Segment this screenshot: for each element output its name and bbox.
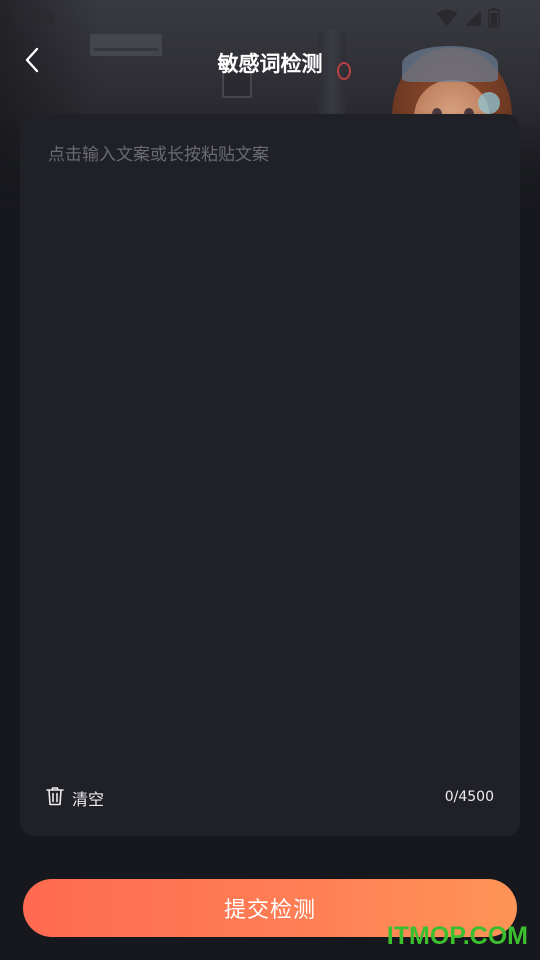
character-count: 0/4500 bbox=[444, 789, 494, 805]
page-title: 敏感词检测 bbox=[217, 52, 323, 76]
nav-bar: 敏感词检测 bbox=[0, 36, 540, 88]
status-bar: 9:34 bbox=[0, 0, 540, 36]
text-input[interactable] bbox=[46, 140, 498, 754]
battery-icon bbox=[487, 8, 501, 32]
status-icons bbox=[436, 8, 501, 32]
watermark: ITMOP.COM bbox=[386, 922, 528, 950]
status-time: 9:34 bbox=[12, 7, 55, 29]
submit-label: 提交检测 bbox=[223, 898, 316, 923]
wifi-icon bbox=[436, 9, 458, 31]
signal-icon bbox=[464, 9, 482, 31]
trash-icon bbox=[46, 786, 64, 810]
clear-label: 清空 bbox=[72, 790, 105, 809]
clear-button[interactable]: 清空 bbox=[46, 786, 104, 810]
text-input-card: 清空 0/4500 bbox=[20, 114, 520, 836]
